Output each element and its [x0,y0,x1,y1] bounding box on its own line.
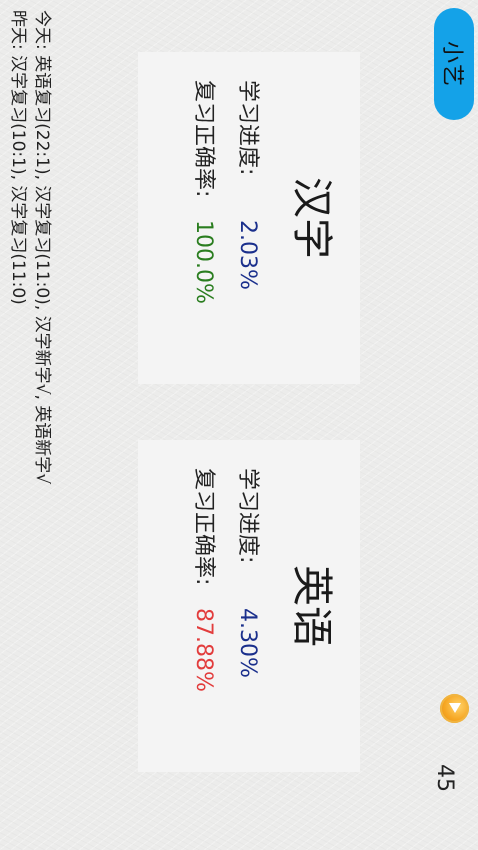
progress-value: 4.30% [235,608,260,678]
accuracy-value: 100.0% [191,220,216,304]
card-title: 汉字 [288,177,336,259]
coin-icon [440,694,469,723]
app-screen: 小艺 汉字 学习进度: 2.03% 复习正确率: 100.0% 英语 学习进度:… [0,0,478,850]
card-title: 英语 [288,565,336,647]
subject-card-english[interactable]: 英语 学习进度: 4.30% 复习正确率: 87.88% [138,440,360,772]
xiaoyi-button[interactable]: 小艺 [434,8,474,120]
progress-row: 学习进度: 4.30% [232,468,262,762]
activity-yesterday: 昨天: 汉字复习(10:1), 汉字复习(11:0) [8,10,28,305]
progress-value: 2.03% [235,220,260,290]
activity-today: 今天: 英语复习(22:1), 汉字复习(11:0), 汉字新字√, 英语新字√ [32,10,52,485]
accuracy-row: 复习正确率: 87.88% [188,468,218,762]
subject-card-hanzi[interactable]: 汉字 学习进度: 2.03% 复习正确率: 100.0% [138,52,360,384]
progress-row: 学习进度: 2.03% [232,80,262,374]
accuracy-label: 复习正确率: [191,468,216,586]
coin-count: 45 [432,764,457,792]
xiaoyi-button-label: 小艺 [439,40,464,87]
accuracy-row: 复习正确率: 100.0% [188,80,218,374]
accuracy-value: 87.88% [191,608,216,692]
activity-log: 今天: 英语复习(22:1), 汉字复习(11:0), 汉字新字√, 英语新字√… [6,10,54,484]
accuracy-label: 复习正确率: [191,80,216,198]
progress-label: 学习进度: [235,468,260,564]
progress-label: 学习进度: [235,80,260,176]
